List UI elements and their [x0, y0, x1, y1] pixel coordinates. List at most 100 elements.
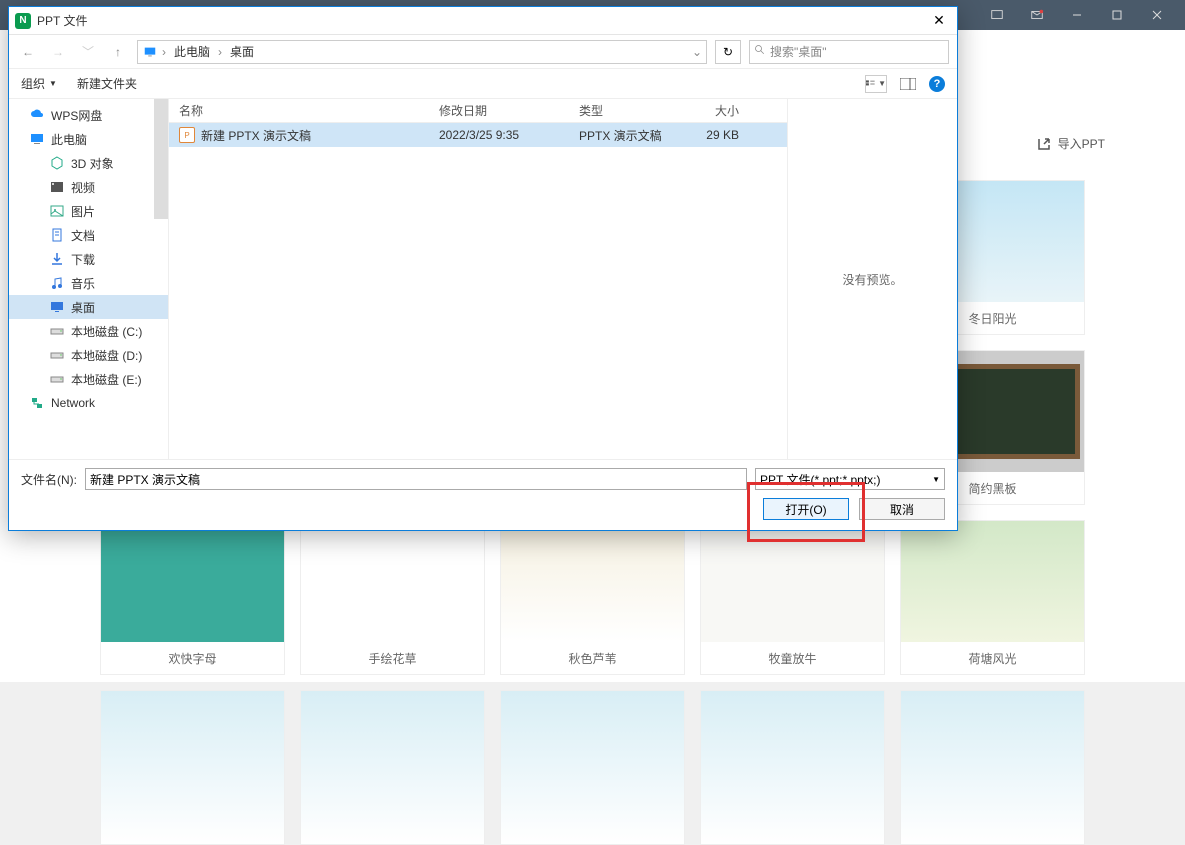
file-date: 2022/3/25 9:35	[429, 128, 569, 142]
sidebar-item[interactable]: 文档	[9, 223, 168, 247]
desktop-icon	[49, 299, 65, 315]
sidebar-item[interactable]: 桌面	[9, 295, 168, 319]
file-row[interactable]: P 新建 PPTX 演示文稿 2022/3/25 9:35PPTX 演示文稿29 K…	[169, 123, 787, 147]
forward-icon[interactable]: →	[47, 41, 69, 63]
template-thumb	[901, 691, 1084, 844]
template-card[interactable]	[100, 690, 285, 845]
sidebar-item[interactable]: WPS网盘	[9, 103, 168, 127]
pptx-file-icon: P	[179, 127, 195, 143]
sidebar-item-label: 桌面	[71, 299, 95, 316]
sidebar-item-label: 下载	[71, 251, 95, 268]
template-card[interactable]: 欢快字母	[100, 520, 285, 675]
template-thumb	[101, 521, 284, 642]
sidebar-item[interactable]: 本地磁盘 (E:)	[9, 367, 168, 391]
import-ppt-button[interactable]: 导入PPT	[1036, 135, 1105, 152]
sidebar-item-label: 文档	[71, 227, 95, 244]
organize-menu[interactable]: 组织 ▼	[21, 75, 57, 92]
file-name: 新建 PPTX 演示文稿	[201, 127, 311, 144]
sidebar-item-label: 本地磁盘 (C:)	[71, 323, 142, 340]
download-icon	[49, 251, 65, 267]
up-icon[interactable]: ↑	[107, 41, 129, 63]
sidebar-item[interactable]: 本地磁盘 (C:)	[9, 319, 168, 343]
filetype-select[interactable]: PPT 文件(*.ppt;*.pptx;) ▼	[755, 468, 945, 490]
breadcrumb-seg2[interactable]: 桌面	[226, 43, 258, 60]
search-placeholder: 搜索"桌面"	[770, 43, 827, 60]
col-type[interactable]: 类型	[569, 102, 689, 119]
net-icon	[29, 395, 45, 411]
scrollbar[interactable]	[154, 99, 168, 219]
template-thumb	[501, 691, 684, 844]
disk-icon	[49, 347, 65, 363]
help-icon[interactable]: ?	[929, 76, 945, 92]
history-chevron-icon[interactable]: ﹀	[77, 41, 99, 63]
chevron-right-icon: ›	[162, 45, 166, 59]
template-label: 荷塘风光	[901, 642, 1084, 674]
col-name[interactable]: 名称	[169, 102, 429, 119]
template-card[interactable]: 荷塘风光	[900, 520, 1085, 675]
template-thumb	[301, 521, 484, 642]
template-card[interactable]	[700, 690, 885, 845]
open-button[interactable]: 打开(O)	[763, 498, 849, 520]
chevron-right-icon: ›	[218, 45, 222, 59]
bg-maximize-icon[interactable]	[1097, 0, 1137, 30]
template-card[interactable]: 秋色芦苇	[500, 520, 685, 675]
bg-minimize-icon[interactable]	[1057, 0, 1097, 30]
bg-mail-icon[interactable]	[1017, 0, 1057, 30]
template-card[interactable]	[900, 690, 1085, 845]
filename-label: 文件名(N):	[21, 471, 77, 488]
refresh-icon[interactable]: ↻	[715, 40, 741, 64]
dialog-body: WPS网盘此电脑 3D 对象视频图片文档下载音乐桌面本地磁盘 (C:) 本地磁盘 (…	[9, 99, 957, 459]
preview-pane-icon[interactable]	[897, 75, 919, 93]
breadcrumb-seg1[interactable]: 此电脑	[170, 43, 214, 60]
sidebar-item-label: 3D 对象	[71, 155, 114, 172]
template-thumb	[701, 521, 884, 642]
sidebar-item-label: 本地磁盘 (D:)	[71, 347, 142, 364]
bg-msg-icon[interactable]	[977, 0, 1017, 30]
file-open-dialog: N PPT 文件 ✕ ← → ﹀ ↑ › 此电脑 › 桌面 ⌄ ↻ 搜索"桌面"	[8, 6, 958, 531]
back-icon[interactable]: ←	[17, 41, 39, 63]
sidebar-item[interactable]: 本地磁盘 (D:)	[9, 343, 168, 367]
search-input[interactable]: 搜索"桌面"	[749, 40, 949, 64]
bg-close-icon[interactable]	[1137, 0, 1177, 30]
chevron-down-icon: ▼	[49, 79, 57, 88]
dialog-bottom: 文件名(N): PPT 文件(*.ppt;*.pptx;) ▼ 打开(O) 取消	[9, 459, 957, 528]
close-icon[interactable]: ✕	[927, 9, 951, 33]
template-card[interactable]: 手绘花草	[300, 520, 485, 675]
sidebar-item[interactable]: Network	[9, 391, 168, 415]
sidebar-item[interactable]: 此电脑	[9, 127, 168, 151]
file-list-header: 名称 修改日期 类型 大小	[169, 99, 787, 123]
view-mode-icon[interactable]: ▼	[865, 75, 887, 93]
image-icon	[49, 203, 65, 219]
template-card[interactable]	[300, 690, 485, 845]
address-bar[interactable]: › 此电脑 › 桌面 ⌄	[137, 40, 707, 64]
sidebar-item-label: 音乐	[71, 275, 95, 292]
template-label: 手绘花草	[301, 642, 484, 674]
sidebar-item[interactable]: 下载	[9, 247, 168, 271]
file-size: 29 KB	[689, 128, 749, 142]
file-type: PPTX 演示文稿	[569, 127, 689, 144]
template-thumb	[901, 521, 1084, 642]
col-size[interactable]: 大小	[689, 102, 749, 119]
col-date[interactable]: 修改日期	[429, 102, 569, 119]
disk-icon	[49, 323, 65, 339]
chevron-down-icon[interactable]: ⌄	[692, 45, 702, 59]
app-icon: N	[15, 13, 31, 29]
sidebar-item[interactable]: 音乐	[9, 271, 168, 295]
template-card[interactable]: 牧童放牛	[700, 520, 885, 675]
preview-empty-text: 没有预览。	[842, 271, 902, 288]
sidebar-item[interactable]: 3D 对象	[9, 151, 168, 175]
filename-input[interactable]	[85, 468, 747, 490]
sidebar-item[interactable]: 视频	[9, 175, 168, 199]
template-card[interactable]	[500, 690, 685, 845]
cancel-button[interactable]: 取消	[859, 498, 945, 520]
video-icon	[49, 179, 65, 195]
sidebar-item[interactable]: 图片	[9, 199, 168, 223]
pc-icon	[29, 131, 45, 147]
template-thumb	[501, 521, 684, 642]
music-icon	[49, 275, 65, 291]
new-folder-button[interactable]: 新建文件夹	[77, 75, 137, 92]
doc-icon	[49, 227, 65, 243]
folder-tree: WPS网盘此电脑 3D 对象视频图片文档下载音乐桌面本地磁盘 (C:) 本地磁盘 (…	[9, 99, 169, 459]
import-icon	[1036, 136, 1052, 152]
pc-icon	[142, 44, 158, 60]
